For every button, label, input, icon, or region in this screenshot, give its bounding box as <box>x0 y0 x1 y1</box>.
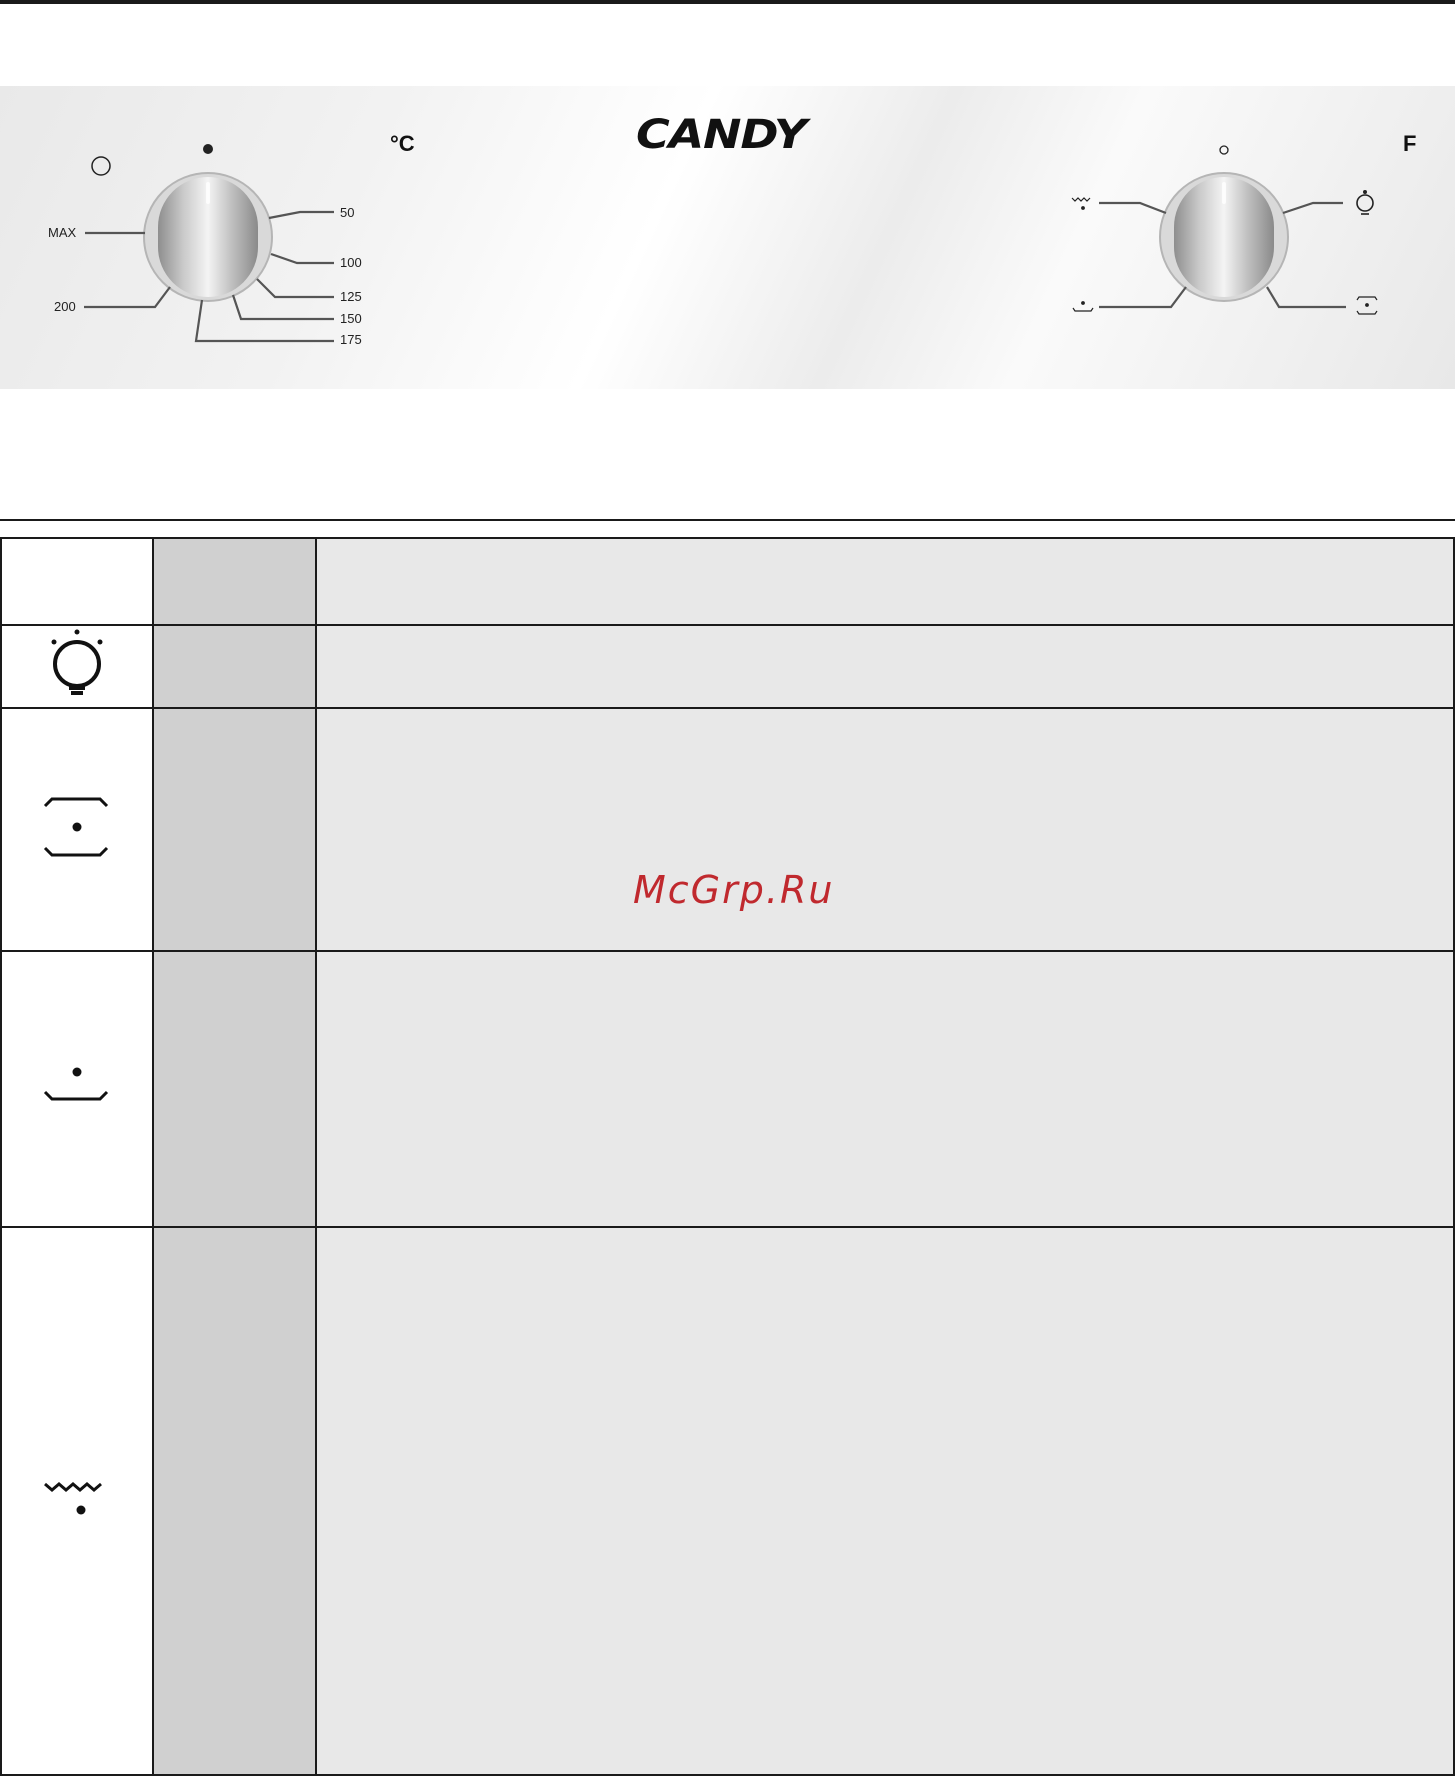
brand-logo: CANDY <box>636 112 807 158</box>
setting-cell <box>152 950 317 1228</box>
temp-label-125: 125 <box>340 289 362 304</box>
thermostat-knob[interactable] <box>143 172 273 302</box>
icon-cell-bottom <box>0 950 154 1228</box>
grill-icon <box>1071 197 1091 210</box>
description-cell <box>315 537 1455 626</box>
icon-cell-top-bottom <box>0 707 154 952</box>
functions-table <box>0 537 1455 1776</box>
icon-cell-grill <box>0 1226 154 1776</box>
table-row <box>0 950 1455 1228</box>
description-cell <box>315 624 1455 709</box>
bottom-heat-icon <box>1072 301 1094 312</box>
conventional-icon <box>1356 296 1378 315</box>
function-selector-knob[interactable] <box>1159 172 1289 302</box>
setting-cell <box>152 537 317 626</box>
table-row <box>0 707 1455 952</box>
selector-reference-icon <box>1219 145 1229 155</box>
icon-cell-header <box>0 537 154 626</box>
lamp-icon <box>1356 190 1374 215</box>
icon-cell-lamp <box>0 624 154 709</box>
temp-label-max: MAX <box>48 225 77 240</box>
temp-label-150: 150 <box>340 311 362 326</box>
table-row <box>0 624 1455 709</box>
bottom-heat-icon <box>43 1067 109 1100</box>
lamp-icon <box>51 629 103 695</box>
temp-label-200: 200 <box>54 299 76 314</box>
top-rule <box>0 0 1455 4</box>
temp-label-175: 175 <box>340 332 362 347</box>
watermark: McGrp.Ru <box>633 868 835 912</box>
table-row <box>0 1226 1455 1776</box>
section-rule <box>0 519 1455 521</box>
off-position-icon <box>91 156 111 176</box>
setting-cell <box>152 1226 317 1776</box>
setting-cell <box>152 624 317 709</box>
temp-label-100: 100 <box>340 255 362 270</box>
celsius-unit-label: °C <box>390 131 415 156</box>
knob-reference-dot-icon <box>203 144 213 154</box>
description-cell <box>315 707 1455 952</box>
grill-icon <box>44 1481 102 1514</box>
function-unit-label: F <box>1403 131 1417 156</box>
description-cell <box>315 950 1455 1228</box>
table-row <box>0 537 1455 626</box>
top-bottom-heat-icon <box>43 797 109 857</box>
temp-label-50: 50 <box>340 205 355 220</box>
setting-cell <box>152 707 317 952</box>
description-cell <box>315 1226 1455 1776</box>
